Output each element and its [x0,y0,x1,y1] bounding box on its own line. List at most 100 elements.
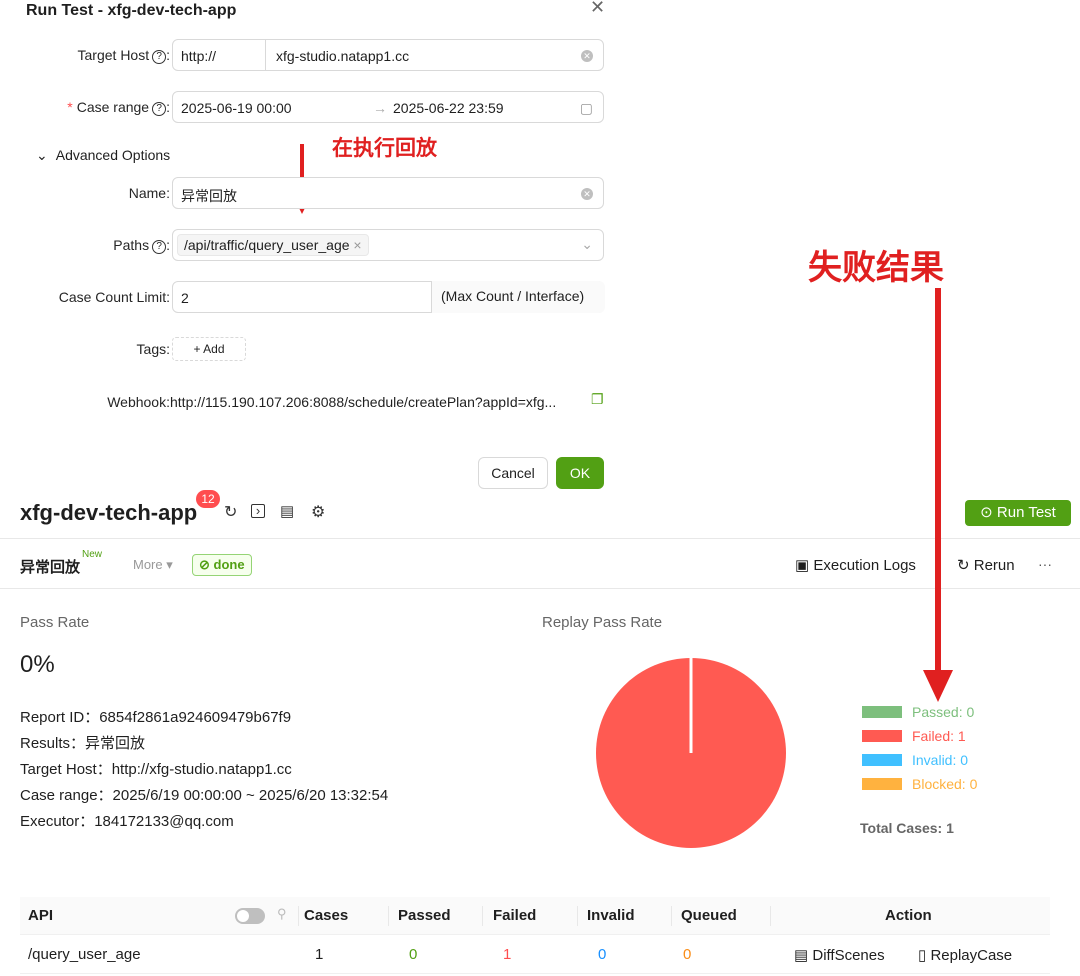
calendar-icon[interactable]: ▢ [580,100,593,117]
target-host-field[interactable]: http:// xfg-studio.natapp1.cc ✕ [172,39,604,71]
cell-queued: 0 [683,946,692,963]
legend-label: Passed: 0 [912,704,975,720]
clear-icon[interactable]: ✕ [581,50,593,62]
range-arrow: → [373,100,387,116]
search-icon[interactable]: ⚲ [277,906,287,922]
case-count-field[interactable]: 2 (Max Count / Interface) [172,281,605,313]
executor: Executor：184172133@qq.com [20,813,234,830]
divider [388,906,389,926]
legend-swatch [862,706,902,718]
target-host-label: Target Host?: [77,47,170,64]
paths-select[interactable]: /api/traffic/query_user_age × ⌄ [172,229,604,261]
legend-swatch [862,778,902,790]
divider [0,538,1080,539]
help-icon[interactable]: ? [152,102,167,116]
col-failed: Failed [493,907,537,924]
diff-icon: ▤ [794,947,809,964]
tag-close-icon[interactable]: × [353,237,361,253]
help-icon[interactable]: ? [152,240,167,254]
rerun-icon: ↻ [957,557,970,574]
more-icon[interactable]: ··· [1038,556,1052,572]
refresh-icon[interactable]: ↻ [224,502,237,522]
count-suffix: (Max Count / Interface) [431,281,605,313]
protocol-select[interactable]: http:// [181,48,216,64]
gear-icon[interactable]: ⚙ [311,502,325,522]
advanced-options-toggle[interactable]: ⌄ Advanced Options [36,147,170,164]
name-field[interactable]: 异常回放 ✕ [172,177,604,209]
rerun-button[interactable]: ↻ Rerun [957,556,1015,574]
terminal-icon[interactable]: › [251,504,265,518]
divider [265,40,266,70]
cancel-button[interactable]: Cancel [478,457,548,489]
pass-rate-label: Pass Rate [20,614,90,631]
modal-title: Run Test - xfg-dev-tech-app [26,2,237,19]
pass-rate-value: 0% [20,651,55,678]
new-badge: New [82,549,103,560]
name-input[interactable]: 异常回放 [181,186,237,206]
toggle-switch[interactable] [235,908,265,929]
cell-api: /query_user_age [28,946,141,963]
app-title: xfg-dev-tech-app [20,500,198,525]
annotation-failure-result: 失败结果 [808,249,944,287]
case-range-label: * Case range?: [67,99,170,116]
case-count-label: Case Count Limit: [58,289,170,305]
col-queued: Queued [681,907,737,924]
cell-passed: 0 [409,946,418,963]
close-icon[interactable]: ✕ [590,0,605,16]
divider [0,588,1080,589]
file-icon: ▯ [918,947,927,964]
divider [298,906,299,926]
target-host-info: Target Host：http://xfg-studio.natapp1.cc [20,761,292,778]
col-cases: Cases [304,907,349,924]
cell-invalid: 0 [598,946,607,963]
webhook-url: http://115.190.107.206:8088/schedule/cre… [170,394,557,410]
pie-chart [596,658,786,848]
replay-case-button[interactable]: ▯ ReplayCase [918,946,1012,964]
diff-scenes-button[interactable]: ▤ DiffScenes [794,946,885,964]
copy-icon[interactable]: ❐ [591,391,604,408]
annotation-executing-replay: 在执行回放 [332,137,437,160]
range-end[interactable]: 2025-06-22 23:59 [393,100,504,116]
chevron-down-icon[interactable]: ⌄ [581,236,593,253]
run-test-button[interactable]: ⊙ Run Test [965,500,1071,526]
divider [770,906,771,926]
range-start[interactable]: 2025-06-19 00:00 [181,100,292,116]
ok-button[interactable]: OK [556,457,604,489]
document-icon[interactable]: ▤ [280,502,294,520]
case-range-info: Case range：2025/6/19 00:00:00 ~ 2025/6/2… [20,787,389,804]
chart-legend: Passed: 0 Failed: 1 Invalid: 0 Blocked: 0 [862,704,977,800]
col-api: API [28,907,54,924]
case-range-picker[interactable]: 2025-06-19 00:00 → 2025-06-22 23:59 ▢ [172,91,604,123]
logs-icon: ▣ [795,557,810,574]
clear-icon[interactable]: ✕ [581,188,593,200]
divider [671,906,672,926]
cell-failed: 1 [503,946,512,963]
col-action: Action [885,907,932,924]
paths-label: Paths?: [113,237,170,254]
more-dropdown[interactable]: More ▾ [133,557,173,573]
divider [577,906,578,926]
report-name: 异常回放 [20,559,81,576]
webhook-label: Webhook: [107,394,170,410]
legend-label: Blocked: 0 [912,776,978,792]
legend-item-1: Failed: 1 [862,728,977,744]
play-icon: ⊙ [980,504,993,521]
status-badge: ⊘ done [192,554,252,576]
results: Results：异常回放 [20,735,146,752]
check-circle-icon: ⊘ [199,557,210,572]
add-tag-button[interactable]: + Add [172,337,246,361]
divider [482,906,483,926]
notification-badge: 12 [196,490,220,508]
help-icon[interactable]: ? [152,50,167,64]
execution-logs-button[interactable]: ▣ Execution Logs [795,556,916,574]
legend-swatch [862,754,902,766]
legend-label: Failed: 1 [912,728,966,744]
name-label: Name: [128,185,170,201]
table-row: /query_user_age 1 0 1 0 0 ▤ DiffScenes ▯… [20,936,1050,974]
table-header: API ⚲ Cases Passed Failed Invalid Queued… [20,897,1050,935]
legend-label: Invalid: 0 [912,752,969,768]
case-count-input[interactable]: 2 [181,290,189,306]
legend-item-2: Invalid: 0 [862,752,977,768]
cell-cases: 1 [315,946,324,963]
host-input[interactable]: xfg-studio.natapp1.cc [276,48,409,64]
